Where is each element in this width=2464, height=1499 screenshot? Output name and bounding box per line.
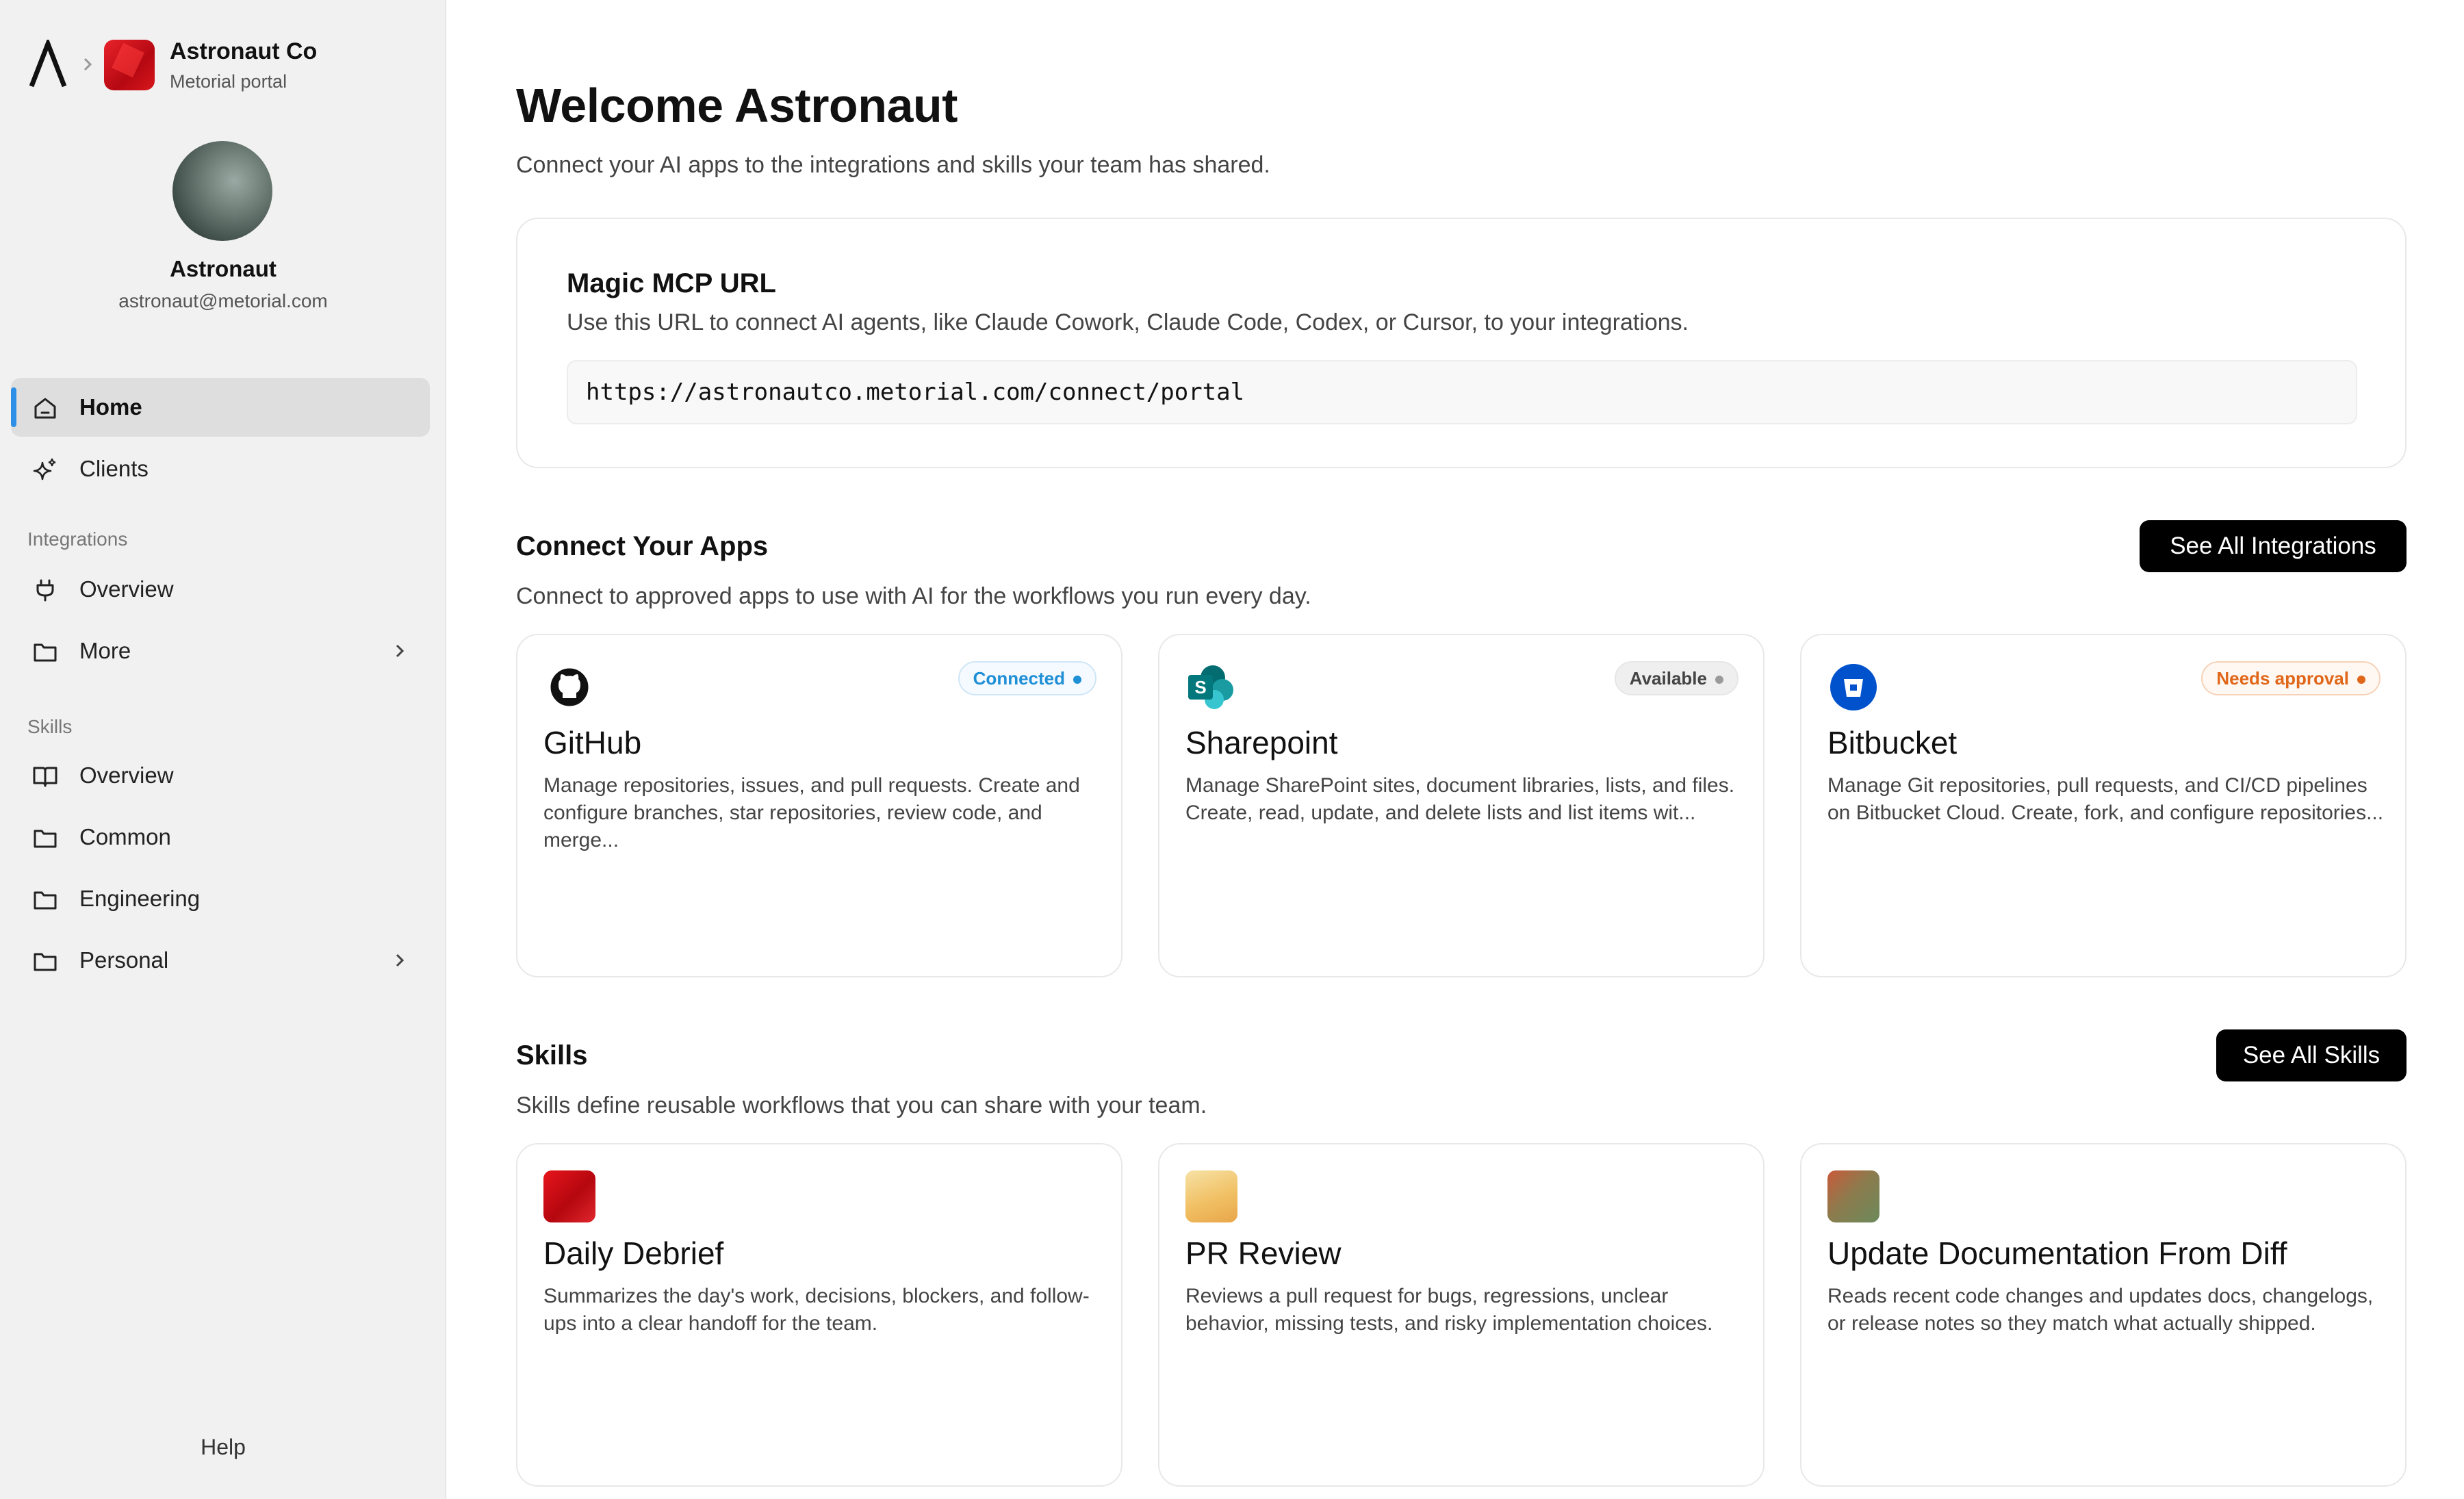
org-subtitle: Metorial portal [170, 71, 287, 92]
main-content: Welcome Astronaut Connect your AI apps t… [446, 0, 2464, 1499]
skill-description: Reviews a pull request for bugs, regress… [1185, 1285, 1713, 1335]
mcp-title: Magic MCP URL [567, 268, 776, 298]
sidebar-item-integrations-overview[interactable]: Overview [11, 560, 430, 619]
apps-section-title: Connect Your Apps [516, 531, 769, 561]
mcp-url-field[interactable]: https://astronautco.metorial.com/connect… [567, 360, 2357, 424]
metorial-logo-icon[interactable] [27, 40, 68, 89]
mcp-description: Use this URL to connect AI agents, like … [567, 309, 1689, 335]
folder-icon [34, 891, 57, 910]
integration-name: Bitbucket [1827, 725, 1958, 760]
sidebar-item-label: Overview [79, 763, 174, 788]
book-icon [33, 767, 57, 787]
folder-icon [34, 643, 57, 662]
page-title: Welcome Astronaut [516, 79, 958, 132]
sidebar-item-label: Personal [79, 947, 169, 973]
skill-thumbnail-icon [1827, 1170, 1879, 1222]
skill-thumbnail-icon [543, 1170, 595, 1222]
chevron-right-icon [396, 953, 405, 967]
integrations-section-label: Integrations [27, 528, 128, 550]
plug-icon [36, 579, 54, 602]
user-name: Astronaut [170, 256, 277, 281]
user-email: astronaut@metorial.com [118, 290, 328, 311]
integration-description: Manage repositories, issues, and pull re… [543, 774, 1080, 851]
sidebar-item-label: Overview [79, 576, 174, 602]
integration-description: Manage SharePoint sites, document librar… [1185, 774, 1735, 824]
bitbucket-icon [1830, 664, 1877, 710]
org-name[interactable]: Astronaut Co [170, 38, 317, 65]
see-all-integrations-button[interactable]: See All Integrations [2140, 520, 2407, 572]
apps-section-description: Connect to approved apps to use with AI … [516, 583, 1311, 609]
see-all-skills-button[interactable]: See All Skills [2216, 1029, 2407, 1081]
status-badge-connected: Connected [958, 661, 1096, 695]
skill-name: PR Review [1185, 1235, 1342, 1271]
status-badge-available: Available [1614, 661, 1738, 695]
magic-mcp-card: Magic MCP URL Use this URL to connect AI… [516, 218, 2407, 468]
sidebar-item-clients[interactable]: Clients [11, 439, 430, 498]
skills-section-title: Skills [516, 1040, 588, 1071]
user-avatar[interactable] [172, 141, 272, 241]
sidebar-item-home[interactable]: Home [11, 378, 430, 437]
sidebar-item-engineering[interactable]: Engineering [11, 869, 430, 928]
integration-name: GitHub [543, 725, 642, 760]
sidebar-item-label: Engineering [79, 886, 201, 911]
integration-name: Sharepoint [1185, 725, 1338, 760]
sidebar: Astronaut Co Metorial portal Astronaut a… [0, 0, 446, 1499]
skill-card-pr-review[interactable]: PR Review Reviews a pull request for bug… [1158, 1143, 1764, 1487]
sidebar-item-label: Home [79, 394, 142, 420]
skills-section-label: Skills [27, 716, 73, 737]
sidebar-item-label: Common [79, 824, 171, 849]
skill-card-update-documentation[interactable]: Update Documentation From Diff Reads rec… [1800, 1143, 2407, 1487]
sidebar-item-skills-overview[interactable]: Overview [11, 746, 430, 805]
sidebar-item-label: Clients [79, 456, 149, 481]
integration-card-bitbucket[interactable]: Needs approval Bitbucket Manage Git repo… [1800, 634, 2407, 977]
status-badge-needs-approval: Needs approval [2201, 661, 2380, 695]
svg-text:S: S [1194, 677, 1206, 697]
org-avatar[interactable] [104, 40, 155, 90]
sidebar-item-personal[interactable]: Personal [11, 931, 430, 990]
sharepoint-icon: S [1188, 665, 1233, 709]
skill-description: Reads recent code changes and updates do… [1827, 1285, 2374, 1335]
sidebar-item-more[interactable]: More [11, 622, 430, 680]
integration-card-github[interactable]: Connected GitHub Manage repositories, is… [516, 634, 1122, 977]
sidebar-item-label: More [79, 638, 131, 663]
integration-description: Manage Git repositories, pull requests, … [1827, 774, 2384, 824]
sparkle-icon [33, 458, 56, 481]
folder-icon [34, 953, 57, 971]
breadcrumb-chevron-icon [84, 57, 92, 71]
chevron-right-icon [396, 644, 405, 658]
home-icon [34, 398, 56, 419]
help-link[interactable]: Help [0, 1435, 446, 1460]
skill-card-daily-debrief[interactable]: Daily Debrief Summarizes the day's work,… [516, 1143, 1122, 1487]
skill-thumbnail-icon [1185, 1170, 1237, 1222]
skill-name: Update Documentation From Diff [1827, 1235, 2287, 1271]
skill-description: Summarizes the day's work, decisions, bl… [543, 1285, 1090, 1335]
skill-name: Daily Debrief [543, 1235, 724, 1271]
folder-icon [34, 830, 57, 848]
page-subtitle: Connect your AI apps to the integrations… [516, 152, 1270, 178]
sidebar-item-common[interactable]: Common [11, 808, 430, 867]
skills-section-description: Skills define reusable workflows that yo… [516, 1092, 1207, 1118]
github-icon [550, 668, 589, 706]
integration-card-sharepoint[interactable]: S Available Sharepoint Manage SharePoint… [1158, 634, 1764, 977]
